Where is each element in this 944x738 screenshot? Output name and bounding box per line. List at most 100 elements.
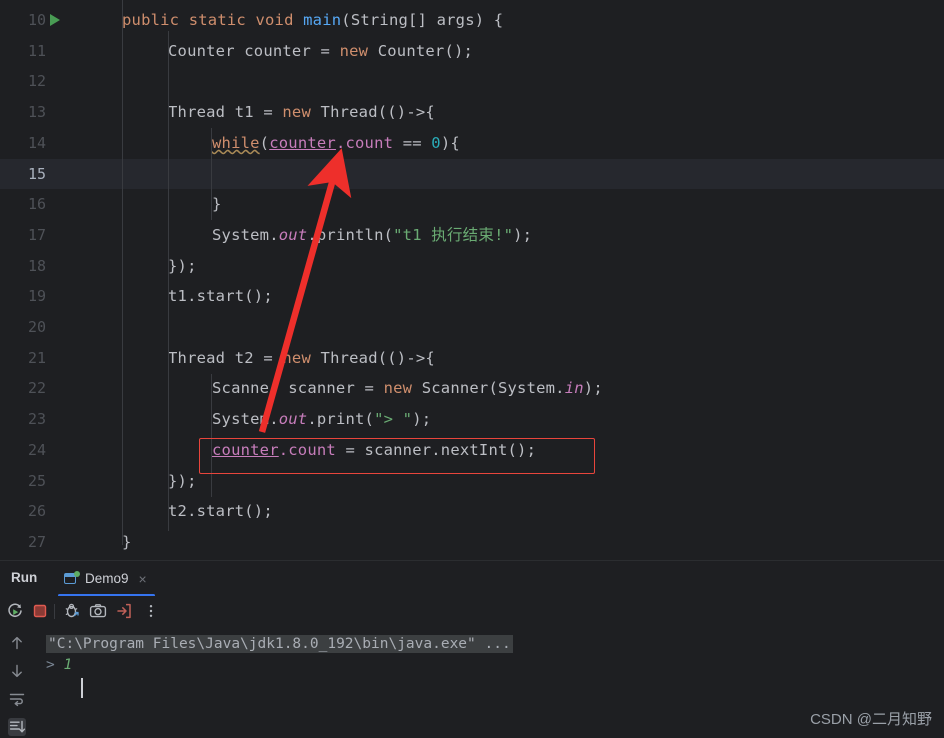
console-output[interactable]: "C:\Program Files\Java\jdk1.8.0_192\bin\… <box>34 626 944 738</box>
line-number: 24 <box>27 440 46 459</box>
code-token: "> " <box>374 410 413 429</box>
run-config-icon <box>64 571 80 586</box>
console-command-line: "C:\Program Files\Java\jdk1.8.0_192\bin\… <box>46 634 944 655</box>
code-token: Thread t1 = <box>168 103 283 122</box>
code-token: .print( <box>307 410 375 429</box>
line-number: 21 <box>27 348 46 367</box>
code-token: public <box>122 11 189 29</box>
line-number: 20 <box>27 318 46 336</box>
line-number: 15 <box>27 164 46 183</box>
rerun-button[interactable] <box>6 602 24 620</box>
code-token: counter <box>212 440 279 459</box>
stop-button[interactable] <box>31 602 49 620</box>
console-caret <box>81 678 83 698</box>
code-editor[interactable]: 10 public static void main(String[] args)… <box>0 0 944 560</box>
code-token: (String[] args) { <box>341 11 504 29</box>
code-token: ){ <box>440 133 460 152</box>
code-line[interactable]: 12 <box>0 66 944 97</box>
export-button[interactable] <box>115 602 133 620</box>
code-line[interactable]: 15 <box>0 158 944 190</box>
scroll-up-button[interactable] <box>8 634 26 652</box>
indent-guide <box>122 0 123 545</box>
indent-guide <box>168 31 169 531</box>
run-toolbar <box>0 596 944 626</box>
code-line[interactable]: 19 t1.start(); <box>0 281 944 312</box>
code-token: new <box>339 41 378 60</box>
code-line[interactable]: 10 public static void main(String[] args)… <box>0 5 944 36</box>
run-panel-title: Run <box>11 570 38 585</box>
toolbar-divider <box>54 604 55 619</box>
code-text: }); <box>168 251 197 282</box>
code-token: == <box>393 133 432 152</box>
code-token: Thread(()->{ <box>320 103 435 122</box>
code-token: Thread t2 = <box>168 348 283 367</box>
line-number: 13 <box>27 103 46 122</box>
line-number: 17 <box>27 225 46 244</box>
code-line[interactable]: 22 Scanner scanner = new Scanner(System.i… <box>0 373 944 404</box>
code-token: Counter(); <box>377 41 474 60</box>
code-token: ); <box>513 225 533 244</box>
code-text: while(counter.count == 0){ <box>212 128 460 159</box>
close-icon[interactable]: × <box>139 572 147 586</box>
code-token: } <box>122 532 132 551</box>
code-text: } <box>212 189 222 220</box>
code-token: } <box>212 195 222 214</box>
code-text: public static void main(String[] args) { <box>122 5 503 36</box>
code-line[interactable]: 24 counter.count = scanner.nextInt(); <box>0 435 944 466</box>
code-line[interactable]: 11 Counter counter = new Counter(); <box>0 36 944 67</box>
code-token: while <box>212 133 260 152</box>
code-text: t2.start(); <box>168 496 273 527</box>
code-text: System.out.print("> "); <box>212 404 431 435</box>
code-token: Counter counter = <box>168 41 340 60</box>
scroll-to-end-button[interactable] <box>8 718 26 736</box>
code-line[interactable]: 23 System.out.print("> "); <box>0 404 944 435</box>
code-token: counter <box>269 133 336 152</box>
line-number: 16 <box>27 195 46 214</box>
code-token: Thread(()->{ <box>320 348 435 367</box>
screenshot-button[interactable] <box>89 602 107 620</box>
line-number: 22 <box>27 379 46 398</box>
code-line[interactable]: 17 System.out.println("t1 执行结束!"); <box>0 220 944 251</box>
code-line[interactable]: 27} <box>0 527 944 558</box>
code-line[interactable]: 20 <box>0 312 944 343</box>
tab-demo9[interactable]: Demo9 × <box>58 561 153 596</box>
code-line[interactable]: 13 Thread t1 = new Thread(()->{ <box>0 97 944 128</box>
code-token: ); <box>412 410 432 429</box>
more-options-button[interactable] <box>142 602 160 620</box>
line-number: 27 <box>27 532 46 551</box>
code-line[interactable]: 21 Thread t2 = new Thread(()->{ <box>0 343 944 374</box>
code-token: ( <box>259 133 270 152</box>
code-token: out <box>278 410 308 429</box>
code-token: System. <box>212 410 279 429</box>
indent-guide <box>211 374 212 497</box>
console-area: "C:\Program Files\Java\jdk1.8.0_192\bin\… <box>0 626 944 738</box>
code-token: Scanner scanner = <box>212 379 384 398</box>
scroll-down-button[interactable] <box>8 662 26 680</box>
indent-guide <box>211 128 212 220</box>
line-number: 26 <box>27 502 46 521</box>
console-input-line: > 1 <box>46 655 944 676</box>
code-line[interactable]: 25}); <box>0 466 944 497</box>
code-token: .count <box>278 440 336 459</box>
code-text: } <box>122 527 132 558</box>
code-token: out <box>278 225 308 244</box>
tab-demo9-label: Demo9 <box>85 571 129 586</box>
ide-window: 10 public static void main(String[] args)… <box>0 0 944 738</box>
code-line[interactable]: 26 t2.start(); <box>0 496 944 527</box>
console-command-text: "C:\Program Files\Java\jdk1.8.0_192\bin\… <box>46 635 513 653</box>
code-token: new <box>282 348 321 367</box>
code-token: t1.start(); <box>168 287 273 306</box>
code-token: main <box>303 11 342 29</box>
code-line[interactable]: 18}); <box>0 251 944 282</box>
code-token: Scanner(System. <box>421 379 565 398</box>
run-gutter-icon[interactable] <box>50 14 60 26</box>
code-text: Thread t1 = new Thread(()->{ <box>168 97 435 128</box>
code-line[interactable]: 14 while(counter.count == 0){ <box>0 128 944 159</box>
soft-wrap-button[interactable] <box>8 690 26 708</box>
debug-button[interactable] <box>63 602 81 620</box>
code-line[interactable]: 16} <box>0 189 944 220</box>
code-text: Thread t2 = new Thread(()->{ <box>168 343 435 374</box>
code-text: }); <box>168 466 197 497</box>
console-side-rail <box>0 626 34 738</box>
code-token: }); <box>168 471 197 490</box>
